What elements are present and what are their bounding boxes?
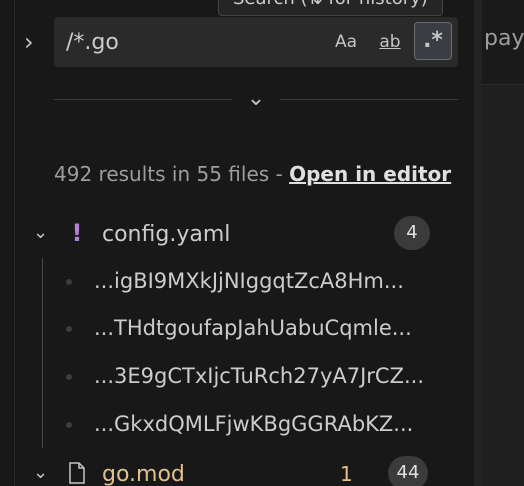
regex-toggle[interactable]: .* — [414, 22, 452, 60]
editor-peek-pane: pay — [474, 0, 524, 486]
match-bullet-icon — [66, 374, 72, 380]
problem-count: 1 — [340, 462, 353, 486]
match-bullet-icon — [66, 422, 72, 428]
toggle-search-details-chevron-icon[interactable]: ⌄ — [244, 88, 268, 110]
chevron-down-icon[interactable]: ⌄ — [33, 222, 51, 244]
match-line[interactable]: ...igBI9MXkJjNIggqtZcA8Hm... — [0, 259, 470, 305]
open-in-editor-link[interactable]: Open in editor — [289, 162, 451, 186]
match-line[interactable]: ...3E9gCTxIjcTuRch27yA7JrCZ... — [0, 354, 470, 400]
file-row-go-mod[interactable]: ⌄ go.mod 1 44 — [0, 452, 470, 486]
file-name: config.yaml — [102, 222, 231, 247]
match-text: ...igBI9MXkJjNIggqtZcA8Hm... — [94, 269, 404, 293]
results-summary: 492 results in 55 files - Open in editor — [54, 162, 451, 186]
match-bullet-icon — [66, 326, 72, 332]
search-box: Aa ab .* — [54, 17, 458, 67]
chevron-down-icon[interactable]: ⌄ — [33, 462, 51, 484]
details-divider-left — [54, 99, 232, 100]
search-history-tooltip: Search (⇅ for history) — [218, 0, 443, 16]
file-icon — [66, 460, 88, 486]
match-bullet-icon — [66, 279, 72, 285]
match-line[interactable]: ...GkxdQMLFjwKBgGGRAbKZ... — [0, 402, 470, 448]
match-text: ...GkxdQMLFjwKBgGGRAbKZ... — [94, 412, 414, 436]
match-case-toggle[interactable]: Aa — [328, 26, 364, 58]
results-summary-text: 492 results in 55 files - — [54, 162, 290, 186]
match-text: ...THdtgoufapJahUabuCqmle... — [94, 316, 412, 340]
editor-tab-bar: pay — [482, 0, 524, 85]
match-count-badge: 4 — [394, 216, 430, 250]
match-count-badge: 44 — [388, 456, 428, 486]
details-divider-right — [280, 99, 458, 100]
file-row-config-yaml[interactable]: ⌄ ! config.yaml 4 — [0, 212, 470, 258]
search-panel: pay Search (⇅ for history) › Aa ab .* ⌄ … — [0, 0, 524, 486]
toggle-replace-chevron-icon[interactable]: › — [24, 30, 44, 54]
editor-tab-label[interactable]: pay — [484, 26, 524, 51]
search-input[interactable] — [66, 27, 316, 57]
whole-word-toggle[interactable]: ab — [372, 26, 408, 58]
exclamation-icon: ! — [71, 219, 83, 247]
match-line[interactable]: ...THdtgoufapJahUabuCqmle... — [0, 306, 470, 352]
file-name: go.mod — [102, 462, 185, 486]
match-text: ...3E9gCTxIjcTuRch27yA7JrCZ... — [94, 364, 425, 388]
